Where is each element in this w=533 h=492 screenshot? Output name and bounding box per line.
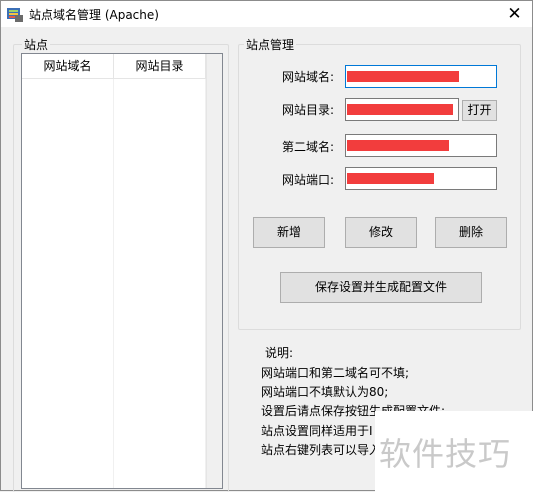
delete-button[interactable]: 删除 [435, 217, 507, 248]
second-domain-input[interactable] [345, 134, 497, 157]
directory-label: 网站目录: [281, 103, 334, 117]
close-button[interactable]: ✕ [497, 1, 532, 27]
sites-list[interactable]: 网站域名 网站目录 [21, 53, 223, 489]
column-header-directory[interactable]: 网站目录 [114, 54, 206, 78]
domain-label: 网站域名: [281, 70, 334, 84]
watermark: 软件技巧 [379, 435, 512, 473]
manage-group-label: 站点管理 [244, 36, 297, 53]
redacted-value [347, 71, 459, 82]
edit-button[interactable]: 修改 [345, 217, 417, 248]
note-line: 网站端口和第二域名可不填; [261, 366, 410, 380]
app-icon [7, 8, 23, 22]
sites-group-label: 站点 [22, 36, 51, 53]
app-window: 站点域名管理 (Apache) ✕ 站点 网站域名 网站目录 站点管理 网站域名… [0, 0, 533, 492]
second-domain-label: 第二域名: [281, 140, 334, 154]
save-config-button[interactable]: 保存设置并生成配置文件 [280, 272, 482, 303]
window-title: 站点域名管理 (Apache) [29, 8, 159, 22]
redacted-value [347, 173, 434, 184]
domain-input[interactable] [345, 65, 497, 88]
redacted-value [347, 140, 449, 151]
sites-list-header: 网站域名 网站目录 [22, 54, 206, 79]
add-button[interactable]: 新增 [253, 217, 325, 248]
title-bar: 站点域名管理 (Apache) ✕ [1, 1, 532, 27]
column-header-domain[interactable]: 网站域名 [22, 54, 114, 78]
redacted-value [347, 104, 453, 115]
column-divider [113, 79, 114, 488]
note-line: 站点右键列表可以导入 [261, 443, 382, 457]
note-line: 网站端口不填默认为80; [261, 385, 389, 399]
open-directory-button[interactable]: 打开 [462, 100, 497, 121]
directory-input[interactable] [345, 98, 459, 121]
port-label: 网站端口: [281, 173, 334, 187]
sites-list-scrollbar[interactable] [206, 54, 222, 488]
port-input[interactable] [345, 167, 497, 190]
note-line: 站点设置同样适用于I [261, 424, 373, 438]
notes-heading: 说明: [265, 346, 294, 360]
